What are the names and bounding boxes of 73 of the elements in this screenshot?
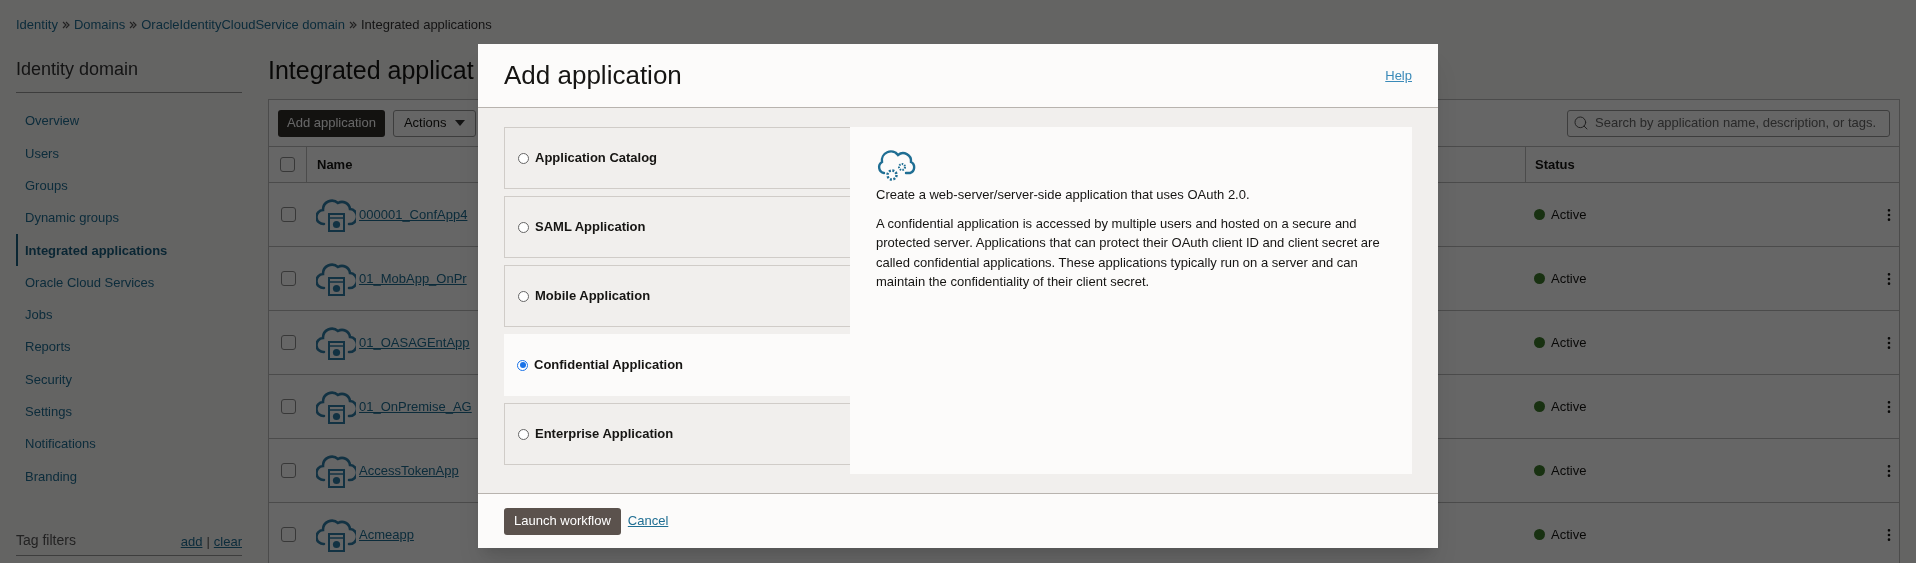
radio-button[interactable]	[518, 290, 529, 302]
radio-button[interactable]	[518, 428, 529, 440]
cancel-link[interactable]: Cancel	[627, 511, 669, 531]
cloud-gear-icon	[876, 149, 918, 183]
column-header: Name	[317, 155, 353, 174]
application-link[interactable]: 000001_ConfApp4	[359, 204, 468, 225]
sidebar-item[interactable]: Branding	[16, 460, 242, 493]
application-link[interactable]: Acmeapp	[359, 524, 414, 545]
option-label: SAML Application	[535, 218, 646, 237]
sidebar-item[interactable]: Settings	[16, 395, 242, 428]
sidebar-item[interactable]: Oracle Cloud Services	[16, 266, 242, 299]
application-type-option[interactable]: Mobile Application	[504, 265, 850, 327]
sidebar-item[interactable]: Dynamic groups	[16, 201, 242, 235]
sidebar-item[interactable]: Security	[16, 363, 242, 396]
application-link[interactable]: AccessTokenApp	[359, 460, 459, 481]
radio-button[interactable]	[518, 221, 529, 233]
checkbox[interactable]	[280, 157, 295, 172]
option-label: Confidential Application	[534, 356, 683, 375]
chevron-icon	[61, 21, 70, 29]
page-title: Integrated applicat	[268, 56, 474, 84]
chevron-icon	[129, 21, 138, 29]
application-type-option[interactable]: Application Catalog	[504, 127, 850, 189]
add-application-button[interactable]: Add application	[278, 109, 385, 137]
status-text: Active	[1551, 525, 1587, 544]
search-icon	[1573, 115, 1589, 131]
status-text: Active	[1551, 269, 1587, 288]
sidebar-item[interactable]: Notifications	[16, 427, 242, 461]
detail-summary: Create a web-server/server-side application that uses OAuth 2.0.	[876, 186, 1251, 204]
checkbox[interactable]	[280, 463, 296, 478]
sidebar-title: Identity domain	[16, 56, 242, 93]
checkbox[interactable]	[280, 271, 296, 286]
tag-filters-label: Tag filters	[16, 531, 76, 550]
breadcrumb-current: Integrated applications	[361, 16, 492, 35]
chevron-icon	[349, 21, 357, 29]
actions-button[interactable]: Actions	[392, 109, 476, 137]
option-label: Mobile Application	[535, 287, 651, 306]
breadcrumb-link[interactable]: Domains	[73, 15, 126, 35]
dialog-title: Add application	[504, 59, 682, 92]
separator-text: |	[206, 532, 210, 551]
checkbox[interactable]	[280, 527, 296, 542]
checkbox[interactable]	[280, 207, 296, 222]
status-text: Active	[1551, 461, 1587, 480]
status-text: Active	[1551, 205, 1587, 224]
sidebar-item[interactable]: Groups	[16, 169, 242, 202]
application-type-option[interactable]: Enterprise Application	[504, 403, 850, 465]
checkbox[interactable]	[280, 335, 296, 350]
option-label: Application Catalog	[535, 149, 658, 168]
radio-button[interactable]	[518, 152, 529, 164]
breadcrumb-link[interactable]: OracleIdentityCloudService domain	[141, 15, 345, 35]
add-link[interactable]: add	[180, 531, 203, 551]
option-label: Enterprise Application	[535, 425, 674, 444]
sidebar-item[interactable]: Integrated applications	[16, 234, 242, 267]
launch-workflow-button[interactable]: Launch workflow	[504, 507, 621, 535]
breadcrumb-link[interactable]: Identity	[16, 15, 58, 35]
sidebar-item[interactable]: Jobs	[16, 298, 242, 332]
application-type-option[interactable]: SAML Application	[504, 196, 850, 258]
application-link[interactable]: 01_MobApp_OnPr	[359, 268, 467, 289]
column-header: Status	[1525, 147, 1899, 182]
status-text: Active	[1551, 397, 1587, 416]
caret-icon	[454, 120, 465, 126]
clear-link[interactable]: clear	[213, 531, 242, 551]
detail-description: A confidential application is accessed by multiple users and hosted on a secure and protected server. Applications that can protect their OAuth client ID and client secret are called confidential applications. These applications typically run on a server and can maintain the confidentiality of their client secret.	[876, 214, 1381, 291]
checkbox[interactable]	[280, 399, 296, 414]
sidebar-item[interactable]: Users	[16, 137, 242, 170]
application-type-option[interactable]: Confidential Application	[504, 334, 850, 396]
application-link[interactable]: 01_OASAGEntApp	[359, 332, 470, 353]
sidebar-item[interactable]: Reports	[16, 331, 242, 364]
help-link[interactable]: Help	[1385, 65, 1412, 86]
sidebar-item[interactable]: Overview	[16, 105, 242, 138]
status-text: Active	[1551, 333, 1587, 352]
search-field[interactable]: Search by application name, description, or tags.	[1567, 109, 1890, 137]
radio-button[interactable]	[517, 359, 528, 371]
application-link[interactable]: 01_OnPremise_AG	[359, 396, 472, 417]
